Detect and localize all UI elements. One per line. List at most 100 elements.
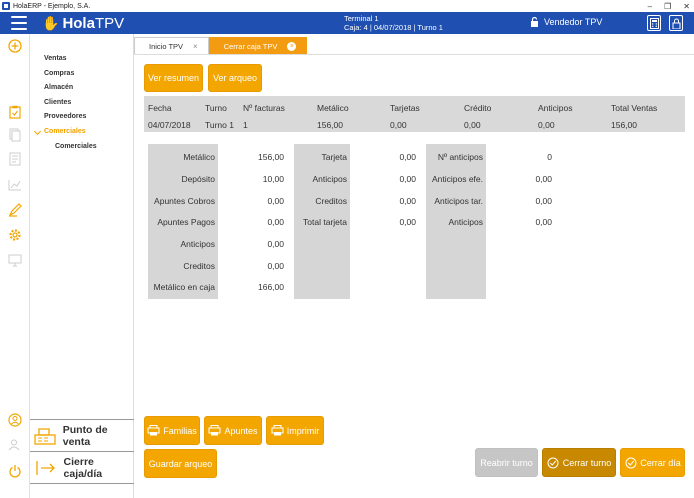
cash-value-deposito: 10,00: [262, 174, 284, 184]
close-tab-icon[interactable]: ×: [193, 42, 198, 51]
logo-suffix: TPV: [94, 14, 125, 32]
printer-icon: [271, 425, 284, 436]
tab-label: Inicio TPV: [149, 41, 184, 51]
sidebar-divider: [30, 451, 134, 452]
advances-label-count: Nº anticipos: [437, 152, 483, 162]
cash-register-icon: [34, 426, 57, 446]
clipboard-icon[interactable]: [7, 104, 23, 120]
sidebar-item-proveedores[interactable]: Proveedores: [44, 110, 97, 125]
apuntes-button[interactable]: Apuntes: [204, 416, 262, 445]
cash-label-apuntes-cobros: Apuntes Cobros: [154, 196, 215, 206]
close-tab-icon[interactable]: ×: [287, 41, 297, 51]
summary-table: Fecha Turno Nº facturas Metálico Tarjeta…: [144, 96, 685, 132]
cash-label-apuntes-pagos: Apuntes Pagos: [157, 217, 215, 227]
advances-value-count: 0: [547, 152, 552, 162]
imprimir-label: Imprimir: [286, 425, 320, 436]
summary-value-tarjetas: 0,00: [390, 120, 407, 130]
close-window-icon[interactable]: ✕: [683, 2, 690, 11]
cash-value-metalico-caja: 166,00: [258, 282, 284, 292]
calculator-button[interactable]: [647, 15, 661, 31]
summary-header-total-ventas: Total Ventas: [611, 103, 658, 113]
settings-gear-icon[interactable]: [7, 227, 23, 243]
summary-value-turno: Turno 1: [205, 120, 234, 130]
sidebar-item-comerciales[interactable]: Comerciales: [44, 125, 97, 140]
chart-icon[interactable]: [7, 177, 23, 193]
cerrar-dia-button[interactable]: Cerrar día: [620, 448, 685, 477]
summary-value-fecha: 04/07/2018: [148, 120, 191, 130]
calculator-icon: [649, 17, 659, 29]
card-label-total-tarjeta: Total tarjeta: [303, 217, 347, 227]
guardar-arqueo-button[interactable]: Guardar arqueo: [144, 449, 217, 478]
sidebar-menu: Ventas Compras Almacén Clientes Proveedo…: [44, 52, 97, 154]
sidebar-item-almacen[interactable]: Almacén: [44, 81, 97, 96]
summary-value-metalico: 156,00: [317, 120, 343, 130]
ver-arqueo-button[interactable]: Ver arqueo: [208, 64, 262, 92]
check-circle-icon: [624, 457, 637, 468]
tab-cerrar-caja-tpv[interactable]: Cerrar caja TPV ×: [208, 37, 308, 54]
punto-venta-button[interactable]: Punto de venta: [30, 422, 134, 450]
card-label-creditos: Creditos: [315, 196, 347, 206]
app-header: ✋ Hola TPV Terminal 1 Caja: 4 | 04/07/201…: [0, 12, 694, 34]
ver-resumen-button[interactable]: Ver resumen: [144, 64, 203, 92]
printer-icon: [208, 425, 221, 436]
monitor-icon[interactable]: [7, 252, 23, 268]
cerrar-dia-label: Cerrar día: [640, 457, 681, 468]
cash-value-creditos: 0,00: [267, 261, 284, 271]
cash-label-anticipos: Anticipos: [180, 239, 216, 249]
cash-label-deposito: Depósito: [181, 174, 215, 184]
cerrar-turno-button[interactable]: Cerrar turno: [542, 448, 616, 477]
printer-icon: [147, 425, 160, 436]
terminal-info: Terminal 1 Caja: 4 | 04/07/2018 | Turno …: [344, 14, 443, 32]
power-icon[interactable]: [7, 463, 23, 479]
add-icon[interactable]: [7, 38, 23, 54]
sidebar-subitem-comerciales[interactable]: Comerciales: [44, 140, 97, 155]
pen-icon[interactable]: [7, 202, 23, 218]
advances-value-anticipos: 0,00: [535, 217, 552, 227]
restore-icon[interactable]: ❐: [664, 2, 671, 11]
summary-value-credito: 0,00: [464, 120, 481, 130]
cierre-caja-button[interactable]: Cierre caja/día: [30, 454, 134, 482]
sidebar-divider: [30, 419, 134, 420]
icon-rail: [0, 34, 30, 498]
familias-button[interactable]: Familias: [144, 416, 200, 445]
lock-icon: [672, 18, 680, 29]
tab-label: Cerrar caja TPV: [223, 41, 278, 51]
card-label-anticipos: Anticipos: [312, 174, 348, 184]
report-icon[interactable]: [7, 151, 23, 167]
summary-value-facturas: 1: [243, 120, 248, 130]
exit-arrow-icon: [34, 458, 58, 478]
cash-label-creditos: Creditos: [183, 261, 215, 271]
sidebar-item-clientes[interactable]: Clientes: [44, 96, 97, 111]
check-circle-icon: [547, 457, 560, 468]
summary-header-facturas: Nº facturas: [243, 103, 285, 113]
tab-inicio-tpv[interactable]: Inicio TPV ×: [134, 37, 209, 54]
hamburger-menu-icon[interactable]: [11, 16, 27, 30]
hand-logo-icon: ✋: [42, 14, 60, 31]
summary-header-fecha: Fecha: [148, 103, 172, 113]
cierre-caja-label: Cierre caja/día: [63, 456, 103, 480]
documents-icon[interactable]: [7, 127, 23, 143]
user-circle-icon[interactable]: [7, 412, 23, 428]
logo-prefix: Hola: [62, 14, 95, 32]
vendor-info[interactable]: Vendedor TPV: [530, 17, 602, 27]
cash-value-apuntes-pagos: 0,00: [267, 217, 284, 227]
summary-value-total-ventas: 156,00: [611, 120, 637, 130]
sidebar-item-ventas[interactable]: Ventas: [44, 52, 97, 67]
vendor-name: Vendedor TPV: [544, 17, 603, 27]
card-value-anticipos: 0,00: [399, 174, 416, 184]
imprimir-button[interactable]: Imprimir: [266, 416, 324, 445]
summary-header-tarjetas: Tarjetas: [390, 103, 420, 113]
advances-value-tarjeta: 0,00: [535, 196, 552, 206]
card-value-total-tarjeta: 0,00: [399, 217, 416, 227]
reabrir-turno-button[interactable]: Reabrir turno: [475, 448, 538, 477]
sidebar-item-compras[interactable]: Compras: [44, 67, 97, 82]
cash-label-metalico-caja: Metálico en caja: [153, 282, 215, 292]
lock-screen-button[interactable]: [669, 15, 683, 31]
app-icon: [2, 2, 10, 10]
minimize-icon[interactable]: –: [648, 2, 652, 11]
summary-header-turno: Turno: [205, 103, 227, 113]
terminal-name: Terminal 1: [344, 14, 379, 23]
advances-label-efectivo: Anticipos efe.: [431, 174, 483, 184]
user-lock-icon[interactable]: [7, 437, 23, 453]
cerrar-turno-label: Cerrar turno: [562, 457, 612, 468]
